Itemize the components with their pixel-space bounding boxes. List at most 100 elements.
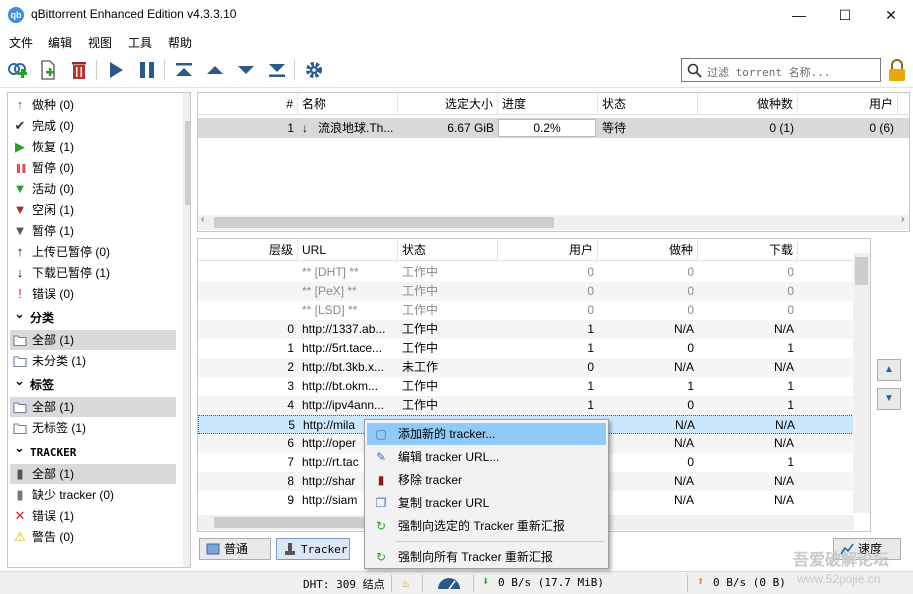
context-menu-item-0[interactable]: ▢ 添加新的 tracker... (367, 423, 606, 445)
status-separator (473, 575, 474, 592)
sidebar-item-tracker-1[interactable]: ▮ 缺少 tracker (0) (10, 485, 176, 505)
context-menu-item-5[interactable]: ↻ 强制向所有 Tracker 重新汇报 (367, 546, 606, 568)
section-categories[interactable]: ⌄ 分类 (10, 306, 176, 328)
sidebar-item-status-7[interactable]: ↑ 上传已暂停 (0) (10, 242, 176, 262)
search-input[interactable]: 过滤 torrent 名称... (681, 58, 881, 82)
table-row[interactable]: 4 http://ipv4ann... 工作中 1 0 1 (198, 396, 854, 415)
sidebar-item-tracker-0[interactable]: ▮ 全部 (1) (10, 464, 176, 484)
column-peers[interactable]: 用户 (798, 93, 898, 115)
top-priority-icon[interactable] (173, 59, 195, 81)
sidebar-item-status-2[interactable]: ▶ 恢复 (1) (10, 137, 176, 157)
context-menu-item-2[interactable]: ▮ 移除 tracker (367, 469, 606, 491)
close-button[interactable]: ✕ (868, 0, 913, 30)
tracker-cell-downloaded: 1 (787, 455, 794, 469)
tracker-cell-peers: 0 (587, 360, 594, 374)
delete-icon[interactable] (68, 59, 90, 81)
sidebar-item-status-8[interactable]: ↓ 下载已暂停 (1) (10, 263, 176, 283)
sidebar-item-tracker-3[interactable]: ⚠ 警告 (0) (10, 527, 176, 547)
upload-speed-icon: ⬆ (697, 574, 705, 588)
increase-priority-icon[interactable] (204, 59, 226, 81)
tracker-list-vscroll-thumb[interactable] (855, 257, 868, 285)
section-trackers[interactable]: ⌄ TRACKER (10, 440, 176, 462)
move-up-button[interactable]: ▲ (877, 359, 901, 381)
sidebar-item-status-0[interactable]: ↑ 做种 (0) (10, 95, 176, 115)
tab-tracker[interactable]: Tracker (276, 538, 350, 560)
section-tags[interactable]: ⌄ 标签 (10, 373, 176, 395)
menu-file[interactable]: 文件 (9, 34, 33, 51)
sidebar-item-tag-0[interactable]: 全部 (1) (10, 397, 176, 417)
context-menu-item-1[interactable]: ✎ 编辑 tracker URL... (367, 446, 606, 468)
tracker-cell-downloaded: N/A (773, 493, 794, 507)
tracker-cell-seeds: N/A (673, 436, 694, 450)
section-title: 分类 (30, 311, 55, 325)
column-url[interactable]: URL (298, 239, 398, 261)
menu-view[interactable]: 视图 (88, 34, 112, 51)
folder-icon (13, 421, 27, 435)
lock-icon[interactable] (886, 58, 908, 82)
minimize-button[interactable]: — (776, 0, 822, 30)
sidebar-item-category-0[interactable]: 全部 (1) (10, 330, 176, 350)
table-row[interactable]: 2 http://bt.3kb.x... 未工作 0 N/A N/A (198, 358, 854, 377)
watermark-logo: 吾爱破解论坛 (793, 552, 890, 569)
context-menu-label: 移除 tracker (398, 473, 463, 487)
context-menu-item-3[interactable]: ❐ 复制 tracker URL (367, 492, 606, 514)
sidebar-item-status-6[interactable]: ▼ 暂停 (1) (10, 221, 176, 241)
torrent-list-hscroll-thumb[interactable] (214, 217, 554, 228)
sidebar-item-status-3[interactable]: ❚❚ 暂停 (0) (10, 158, 176, 178)
column-progress[interactable]: 进度 (498, 93, 598, 115)
table-row[interactable]: ** [DHT] ** 工作中 0 0 0 (198, 263, 854, 282)
bottom-priority-icon[interactable] (266, 59, 288, 81)
sidebar-item-tracker-2[interactable]: ✕ 错误 (1) (10, 506, 176, 526)
decrease-priority-icon[interactable] (235, 59, 257, 81)
options-icon[interactable] (303, 59, 325, 81)
tracker-cell-seeds: N/A (673, 474, 694, 488)
sidebar-item-status-1[interactable]: ✔ 完成 (0) (10, 116, 176, 136)
sidebar-filter-icon: ↓ (16, 265, 24, 280)
pause-icon[interactable] (136, 59, 158, 81)
connection-status-icon[interactable]: ♨ (402, 576, 409, 590)
tracker-cell-url: ** [LSD] ** (302, 303, 358, 317)
sidebar-item-status-4[interactable]: ▼ 活动 (0) (10, 179, 176, 199)
table-row[interactable]: ** [LSD] ** 工作中 0 0 0 (198, 301, 854, 320)
maximize-button[interactable]: ☐ (822, 0, 868, 30)
tab-general[interactable]: 普通 (199, 538, 271, 560)
column-size[interactable]: 选定大小 (398, 93, 498, 115)
menu-help[interactable]: 帮助 (168, 34, 192, 51)
sidebar-item-tag-1[interactable]: 无标签 (1) (10, 418, 176, 438)
tracker-cell-downloaded: 0 (787, 284, 794, 298)
add-link-icon[interactable] (6, 59, 28, 81)
table-row[interactable]: ** [PeX] ** 工作中 0 0 0 (198, 282, 854, 301)
scroll-right-icon[interactable]: › (901, 214, 904, 225)
scroll-left-icon[interactable]: ‹ (201, 214, 204, 225)
add-file-icon[interactable] (37, 59, 59, 81)
move-down-button[interactable]: ▼ (877, 388, 901, 410)
table-row[interactable]: 0 http://1337.ab... 工作中 1 N/A N/A (198, 320, 854, 339)
table-row[interactable]: 3 http://bt.okm... 工作中 1 1 1 (198, 377, 854, 396)
menu-tools[interactable]: 工具 (128, 34, 152, 51)
column-peers[interactable]: 用户 (498, 239, 598, 261)
table-row[interactable]: 1 http://5rt.tace... 工作中 1 0 1 (198, 339, 854, 358)
sidebar-item-status-5[interactable]: ▼ 空闲 (1) (10, 200, 176, 220)
download-speed-icon: ⬇ (482, 574, 490, 588)
column-num[interactable]: # (198, 93, 298, 115)
context-menu-item-4[interactable]: ↻ 强制向选定的 Tracker 重新汇报 (367, 515, 606, 537)
column-seeds[interactable]: 做种 (598, 239, 698, 261)
column-status[interactable]: 状态 (398, 239, 498, 261)
menu-edit[interactable]: 编辑 (48, 34, 72, 51)
torrent-num: 1 (287, 121, 294, 135)
column-name[interactable]: 名称 (298, 93, 398, 115)
tracker-list-vscrollbar[interactable] (853, 253, 870, 513)
sidebar-item-status-9[interactable]: ! 错误 (0) (10, 284, 176, 304)
tab-tracker-label: Tracker (301, 543, 348, 556)
sidebar-scrollbar-thumb[interactable] (185, 121, 190, 205)
column-downloaded[interactable]: 下载 (698, 239, 798, 261)
sidebar-item-category-1[interactable]: 未分类 (1) (10, 351, 176, 371)
column-status[interactable]: 状态 (598, 93, 698, 115)
tracker-cell-tier: 1 (287, 341, 294, 355)
column-tier[interactable]: 层级 (198, 239, 298, 261)
column-seeds[interactable]: 做种数 (698, 93, 798, 115)
speed-limit-icon[interactable] (436, 576, 462, 590)
tracker-cell-url: http://1337.ab... (302, 322, 386, 336)
resume-icon[interactable] (105, 59, 127, 81)
tracker-cell-seeds: 0 (687, 265, 694, 279)
